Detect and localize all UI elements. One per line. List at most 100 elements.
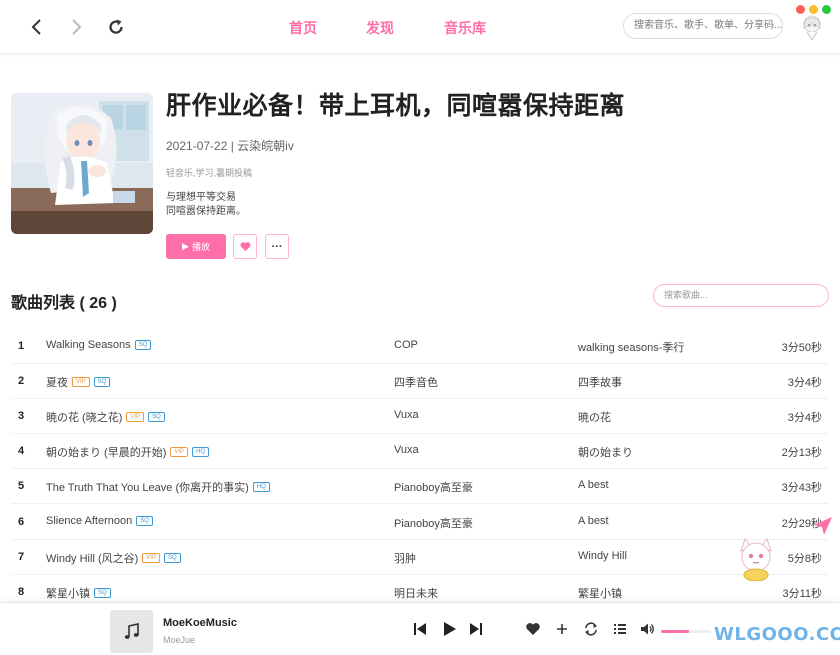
play-all-button[interactable]: ▶ 播放 bbox=[166, 234, 226, 259]
song-title-cell[interactable]: 朝の始まり (早晨的开始) VIP HQ bbox=[46, 444, 210, 460]
table-row[interactable]: 7 Windy Hill (风之谷) VIP SQ 羽肿 Windy Hill 5分8秒 bbox=[11, 540, 828, 575]
song-index: 6 bbox=[18, 516, 25, 528]
queue-list-button[interactable] bbox=[611, 620, 629, 638]
song-title: 暁の花 (晓之花) bbox=[46, 412, 123, 424]
forward-button[interactable] bbox=[63, 14, 89, 40]
song-artist[interactable]: Vuxa bbox=[394, 409, 419, 421]
now-playing-artist: MoeJue bbox=[163, 635, 196, 645]
table-row[interactable]: 3 暁の花 (晓之花) VIP SQ Vuxa 暁の花 3分4秒 bbox=[11, 399, 828, 434]
table-row[interactable]: 5 The Truth That You Leave (你离开的事实) HQ Pian… bbox=[11, 469, 828, 504]
watermark-text: WLGOOO.COM bbox=[714, 624, 840, 645]
list-icon bbox=[614, 624, 626, 634]
song-artist[interactable]: Pianoboy高至豪 bbox=[394, 515, 473, 531]
heart-icon bbox=[240, 242, 250, 252]
table-row[interactable]: 2 夏夜 VIP SQ 四季音色 四季故事 3分4秒 bbox=[11, 364, 828, 399]
playlist-description: 与理想平等交易 同喧嚣保持距离。 bbox=[166, 191, 246, 219]
song-title: 繁星小镇 bbox=[46, 588, 90, 600]
song-album[interactable]: 繁星小镇 bbox=[578, 585, 622, 601]
song-album[interactable]: 朝の始まり bbox=[578, 444, 633, 460]
song-album[interactable]: Windy Hill bbox=[578, 550, 627, 562]
quality-badge: SQ bbox=[93, 377, 111, 387]
table-row[interactable]: 4 朝の始まり (早晨的开始) VIP HQ Vuxa 朝の始まり 2分13秒 bbox=[11, 434, 828, 469]
song-title: Windy Hill (风之谷) bbox=[46, 553, 139, 565]
chevron-left-icon bbox=[31, 19, 41, 35]
chevron-right-icon bbox=[72, 19, 82, 35]
song-album[interactable]: 暁の花 bbox=[578, 409, 611, 425]
song-album[interactable]: 四季故事 bbox=[578, 374, 622, 390]
song-title-cell[interactable]: Walking Seasons SQ bbox=[46, 339, 152, 351]
song-duration: 5分8秒 bbox=[787, 553, 822, 565]
song-title: 夏夜 bbox=[46, 377, 68, 389]
table-row[interactable]: 1 Walking Seasons SQ COP walking seasons-季行 3… bbox=[11, 329, 828, 364]
song-artist[interactable]: COP bbox=[394, 339, 418, 351]
skip-back-icon bbox=[414, 623, 426, 635]
like-song-button[interactable] bbox=[524, 620, 542, 638]
quality-badge: SQ bbox=[136, 516, 153, 526]
repeat-icon bbox=[585, 622, 597, 636]
quality-badge: VIP bbox=[126, 412, 145, 422]
now-playing-cover[interactable] bbox=[110, 610, 153, 653]
song-artist[interactable]: 明日未来 bbox=[394, 585, 438, 601]
song-title-cell[interactable]: Windy Hill (风之谷) VIP SQ bbox=[46, 550, 181, 566]
more-options-button[interactable]: ··· bbox=[265, 234, 289, 259]
song-title-cell[interactable]: Slience Afternoon SQ bbox=[46, 515, 153, 527]
song-duration: 3分11秒 bbox=[782, 588, 822, 600]
song-artist[interactable]: Vuxa bbox=[394, 444, 419, 456]
playlist-meta: 2021-07-22 | 云染皖朝iv bbox=[166, 139, 294, 153]
add-to-playlist-button[interactable] bbox=[553, 620, 571, 638]
song-title: The Truth That You Leave (你离开的事实) bbox=[46, 482, 249, 494]
quality-badge: HQ bbox=[192, 447, 210, 457]
table-row[interactable]: 6 Slience Afternoon SQ Pianoboy高至豪 A best 2分2… bbox=[11, 505, 828, 540]
skip-forward-icon bbox=[470, 623, 482, 635]
global-search-input[interactable]: 搜索音乐、歌手、歌单、分享码... bbox=[623, 13, 783, 39]
quality-badge: HQ bbox=[252, 482, 270, 492]
volume-button[interactable] bbox=[638, 620, 656, 638]
song-title-cell[interactable]: 暁の花 (晓之花) VIP SQ bbox=[46, 409, 165, 425]
play-icon bbox=[444, 622, 456, 636]
refresh-button[interactable] bbox=[103, 14, 129, 40]
ellipsis-icon: ··· bbox=[271, 240, 283, 253]
top-bar: 首页 发现 音乐库 搜索音乐、歌手、歌单、分享码... bbox=[0, 0, 840, 54]
quality-badge: SQ bbox=[94, 588, 111, 598]
song-artist[interactable]: 四季音色 bbox=[394, 374, 438, 390]
playlist-tags: 轻音乐,学习,暑期投稿 bbox=[166, 168, 253, 178]
repeat-mode-button[interactable] bbox=[582, 620, 600, 638]
quality-badge: SQ bbox=[134, 340, 152, 350]
song-title-cell[interactable]: The Truth That You Leave (你离开的事实) HQ bbox=[46, 479, 270, 495]
back-button[interactable] bbox=[24, 14, 50, 40]
song-title-cell[interactable]: 繁星小镇 SQ bbox=[46, 585, 111, 601]
quality-badge: SQ bbox=[148, 412, 165, 422]
song-title-cell[interactable]: 夏夜 VIP SQ bbox=[46, 374, 111, 390]
song-title: Walking Seasons bbox=[46, 339, 131, 351]
cursor-arrow-icon bbox=[814, 517, 832, 535]
user-avatar[interactable] bbox=[799, 14, 825, 40]
quality-badge: SQ bbox=[163, 553, 181, 563]
like-playlist-button[interactable] bbox=[233, 234, 257, 259]
play-pause-button[interactable] bbox=[440, 620, 458, 638]
song-artist[interactable]: 羽肿 bbox=[394, 550, 416, 566]
next-track-button[interactable] bbox=[467, 620, 485, 638]
quality-badge: VIP bbox=[142, 553, 160, 563]
song-index: 2 bbox=[18, 375, 25, 387]
song-list-title: 歌曲列表 ( 26 ) bbox=[11, 295, 117, 312]
tab-home[interactable]: 首页 bbox=[289, 18, 317, 38]
song-index: 7 bbox=[18, 551, 25, 563]
tab-library[interactable]: 音乐库 bbox=[444, 18, 486, 38]
song-artist[interactable]: Pianoboy高至豪 bbox=[394, 479, 473, 495]
window-maximize-dot[interactable] bbox=[822, 5, 831, 14]
song-album[interactable]: A best bbox=[578, 479, 609, 491]
volume-slider[interactable] bbox=[661, 630, 711, 633]
mascot-icon bbox=[740, 537, 772, 581]
previous-track-button[interactable] bbox=[411, 620, 429, 638]
song-album[interactable]: A best bbox=[578, 515, 609, 527]
quality-badge: VIP bbox=[72, 377, 90, 387]
song-duration: 3分43秒 bbox=[781, 482, 822, 494]
playlist-description-line: 同喧嚣保持距离。 bbox=[166, 206, 246, 217]
refresh-icon bbox=[109, 19, 123, 34]
song-duration: 3分50秒 bbox=[781, 342, 822, 354]
tab-discover[interactable]: 发现 bbox=[366, 18, 394, 38]
song-search-input[interactable]: 搜索歌曲... bbox=[653, 284, 829, 307]
window-minimize-dot[interactable] bbox=[809, 5, 818, 14]
window-close-dot[interactable] bbox=[796, 5, 805, 14]
song-album[interactable]: walking seasons-季行 bbox=[578, 339, 684, 355]
